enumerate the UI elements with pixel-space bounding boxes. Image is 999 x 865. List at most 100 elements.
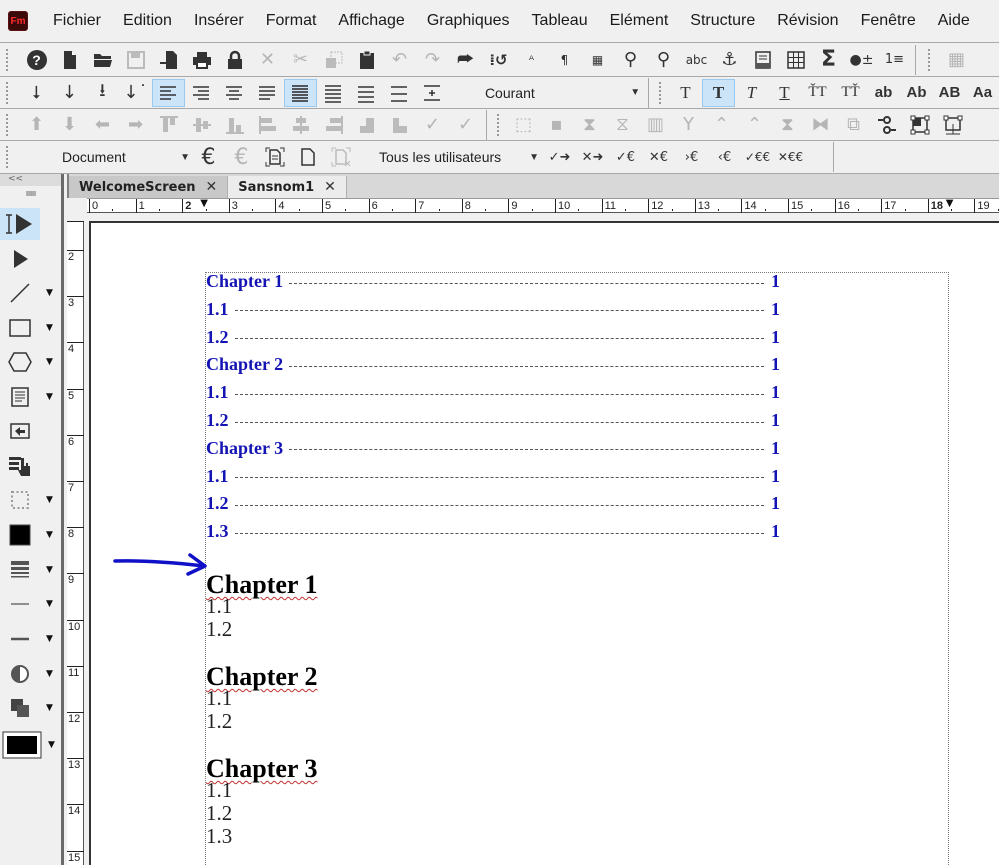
toc-entry[interactable]: 1.3 1 (206, 521, 780, 541)
line-spacing-single-button[interactable] (283, 78, 317, 107)
chevron-down-icon[interactable]: ▼ (46, 669, 53, 679)
accept-all-changes-button[interactable]: ✓€€ (741, 143, 774, 171)
insert-marker-button[interactable]: ¶ (548, 46, 581, 74)
preview-original-button[interactable] (291, 143, 324, 171)
nudge-up-button[interactable]: ⬆ (20, 111, 53, 139)
track-changes-button[interactable]: € (192, 143, 225, 171)
find-replace-button[interactable]: ⚲ (614, 46, 647, 74)
char-subscript-button[interactable]: TŤ (834, 79, 867, 107)
lock-button[interactable] (218, 46, 251, 74)
next-change-button[interactable]: ›€ (675, 143, 708, 171)
char-lowercase-button[interactable]: ab (867, 79, 900, 107)
section-paragraph[interactable]: 1.2 (206, 618, 232, 640)
tool-text-frame[interactable]: ▼ (0, 381, 61, 413)
toc-entry[interactable]: Chapter 1 1 (206, 271, 780, 291)
equation-button[interactable]: Σ (812, 46, 845, 74)
tool-hotspot[interactable] (0, 415, 61, 447)
tool-polygon[interactable]: ▼ (0, 346, 61, 378)
chevron-down-icon[interactable]: ▼ (46, 599, 53, 609)
char-smallcaps-button[interactable]: Aa (966, 79, 999, 107)
menu-tableau[interactable]: Tableau (521, 12, 599, 30)
toc-entry[interactable]: 1.1 1 (206, 299, 780, 319)
preview-final-button[interactable] (258, 143, 291, 171)
right-indent-marker[interactable]: ▼ (946, 199, 954, 209)
align-right-button[interactable] (185, 79, 218, 107)
line-spacing-custom-button[interactable] (416, 79, 449, 107)
char-bold-button[interactable]: T (702, 78, 735, 107)
section-paragraph[interactable]: 1.1 (206, 595, 232, 617)
toolbar-grip[interactable] (659, 81, 663, 104)
reject-next-button[interactable]: ✕➜ (576, 143, 609, 171)
rotate-ccw-button[interactable] (383, 111, 416, 139)
section-paragraph[interactable]: 1.1 (206, 687, 232, 709)
vertical-ruler[interactable]: 2 3 4 5 6 7 8 9 10 11 12 13 14 15 (67, 221, 84, 865)
menu-edition[interactable]: Edition (112, 12, 183, 30)
char-initialcaps-button[interactable]: Ab (900, 79, 933, 107)
print-button[interactable] (185, 46, 218, 74)
toc-entry[interactable]: Chapter 2 1 (206, 354, 780, 374)
toc-entry[interactable]: 1.1 1 (206, 466, 780, 486)
char-uppercase-button[interactable]: AB (933, 79, 966, 107)
close-icon[interactable]: ✕ (206, 179, 218, 195)
bring-front-button[interactable]: ⧗ (573, 111, 606, 139)
chevron-down-icon[interactable]: ▼ (46, 703, 53, 713)
track-changes-lock-button[interactable]: € (225, 143, 258, 171)
grid-button[interactable]: ▦ (940, 46, 973, 74)
section-paragraph[interactable]: 1.1 (206, 779, 232, 801)
flip-vertical-button[interactable]: ⧗ (771, 111, 804, 139)
menu-affichage[interactable]: Affichage (327, 12, 415, 30)
tool-select-object[interactable] (0, 243, 61, 275)
toc-entry[interactable]: 1.2 1 (206, 327, 780, 347)
menu-inserer[interactable]: Insérer (183, 12, 255, 30)
tool-smart-select[interactable] (0, 208, 61, 240)
toolbar-grip[interactable] (928, 48, 932, 71)
group-button[interactable]: ⬚ (507, 111, 540, 139)
repeat-button[interactable]: ⮫ (449, 46, 482, 74)
tool-dash-pattern[interactable]: ▼ (0, 623, 61, 655)
left-indent-marker[interactable]: ▼ (200, 199, 208, 209)
send-back-button[interactable]: ⧖ (606, 111, 639, 139)
char-italic-button[interactable]: T (735, 79, 768, 107)
palette-grip[interactable]: IIIIIIIII (0, 186, 61, 202)
preview-off-button[interactable] (324, 143, 357, 171)
text-frame-button[interactable] (936, 111, 969, 139)
smooth-button[interactable]: ⌃ (705, 111, 738, 139)
chevron-down-icon[interactable]: ▼ (48, 740, 55, 750)
numbered-list-button[interactable]: 1≡ (878, 46, 911, 74)
update-refs-button[interactable]: ⁞↺ (482, 46, 515, 74)
line-spacing-15-button[interactable] (317, 79, 350, 107)
new-document-button[interactable] (53, 46, 86, 74)
accept-change-button[interactable]: ✓€ (609, 143, 642, 171)
align-center-button[interactable] (218, 79, 251, 107)
toolbar-grip[interactable] (6, 113, 10, 136)
tool-fill[interactable]: ▼ (0, 519, 61, 551)
object-properties-button[interactable] (870, 111, 903, 139)
insert-element-button[interactable]: ●± (845, 46, 878, 74)
paragraph-style-dropdown[interactable]: Courant ▼ (485, 85, 640, 101)
find-button[interactable]: ⚲ (647, 46, 680, 74)
accept-button[interactable]: ✓ (416, 111, 449, 139)
previous-change-button[interactable]: ‹€ (708, 143, 741, 171)
save-button[interactable] (119, 46, 152, 74)
chevron-down-icon[interactable]: ▼ (46, 357, 53, 367)
nudge-down-button[interactable]: ⬇ (53, 111, 86, 139)
ungroup-button[interactable]: ▪ (540, 111, 573, 139)
align-left-edge-button[interactable] (251, 111, 284, 139)
char-plain-button[interactable]: T (669, 79, 702, 107)
nudge-right-button[interactable]: ➡ (119, 111, 152, 139)
users-filter-dropdown[interactable]: Tous les utilisateurs ▼ (379, 149, 539, 165)
footnote-button[interactable] (746, 46, 779, 74)
help-button[interactable]: ? (20, 46, 53, 74)
menu-aide[interactable]: Aide (927, 12, 981, 30)
menu-structure[interactable]: Structure (679, 12, 766, 30)
horizontal-ruler[interactable]: 0 1 2 3 4 5 6 7 8 9 10 11 12 13 14 15 16 17 18 19 ▼ ▼ (87, 198, 999, 213)
toolbar-grip[interactable] (6, 48, 10, 71)
chevron-down-icon[interactable]: ▼ (46, 634, 53, 644)
line-spacing-double-button[interactable] (350, 79, 383, 107)
tool-overprint[interactable]: ▼ (0, 692, 61, 724)
anchored-frame-button[interactable]: ⚓ (713, 46, 746, 74)
align-center-h-button[interactable] (284, 111, 317, 139)
toc-entry[interactable]: 1.2 1 (206, 493, 780, 513)
table-button[interactable] (779, 46, 812, 74)
scale-button[interactable]: ⧉ (837, 111, 870, 139)
